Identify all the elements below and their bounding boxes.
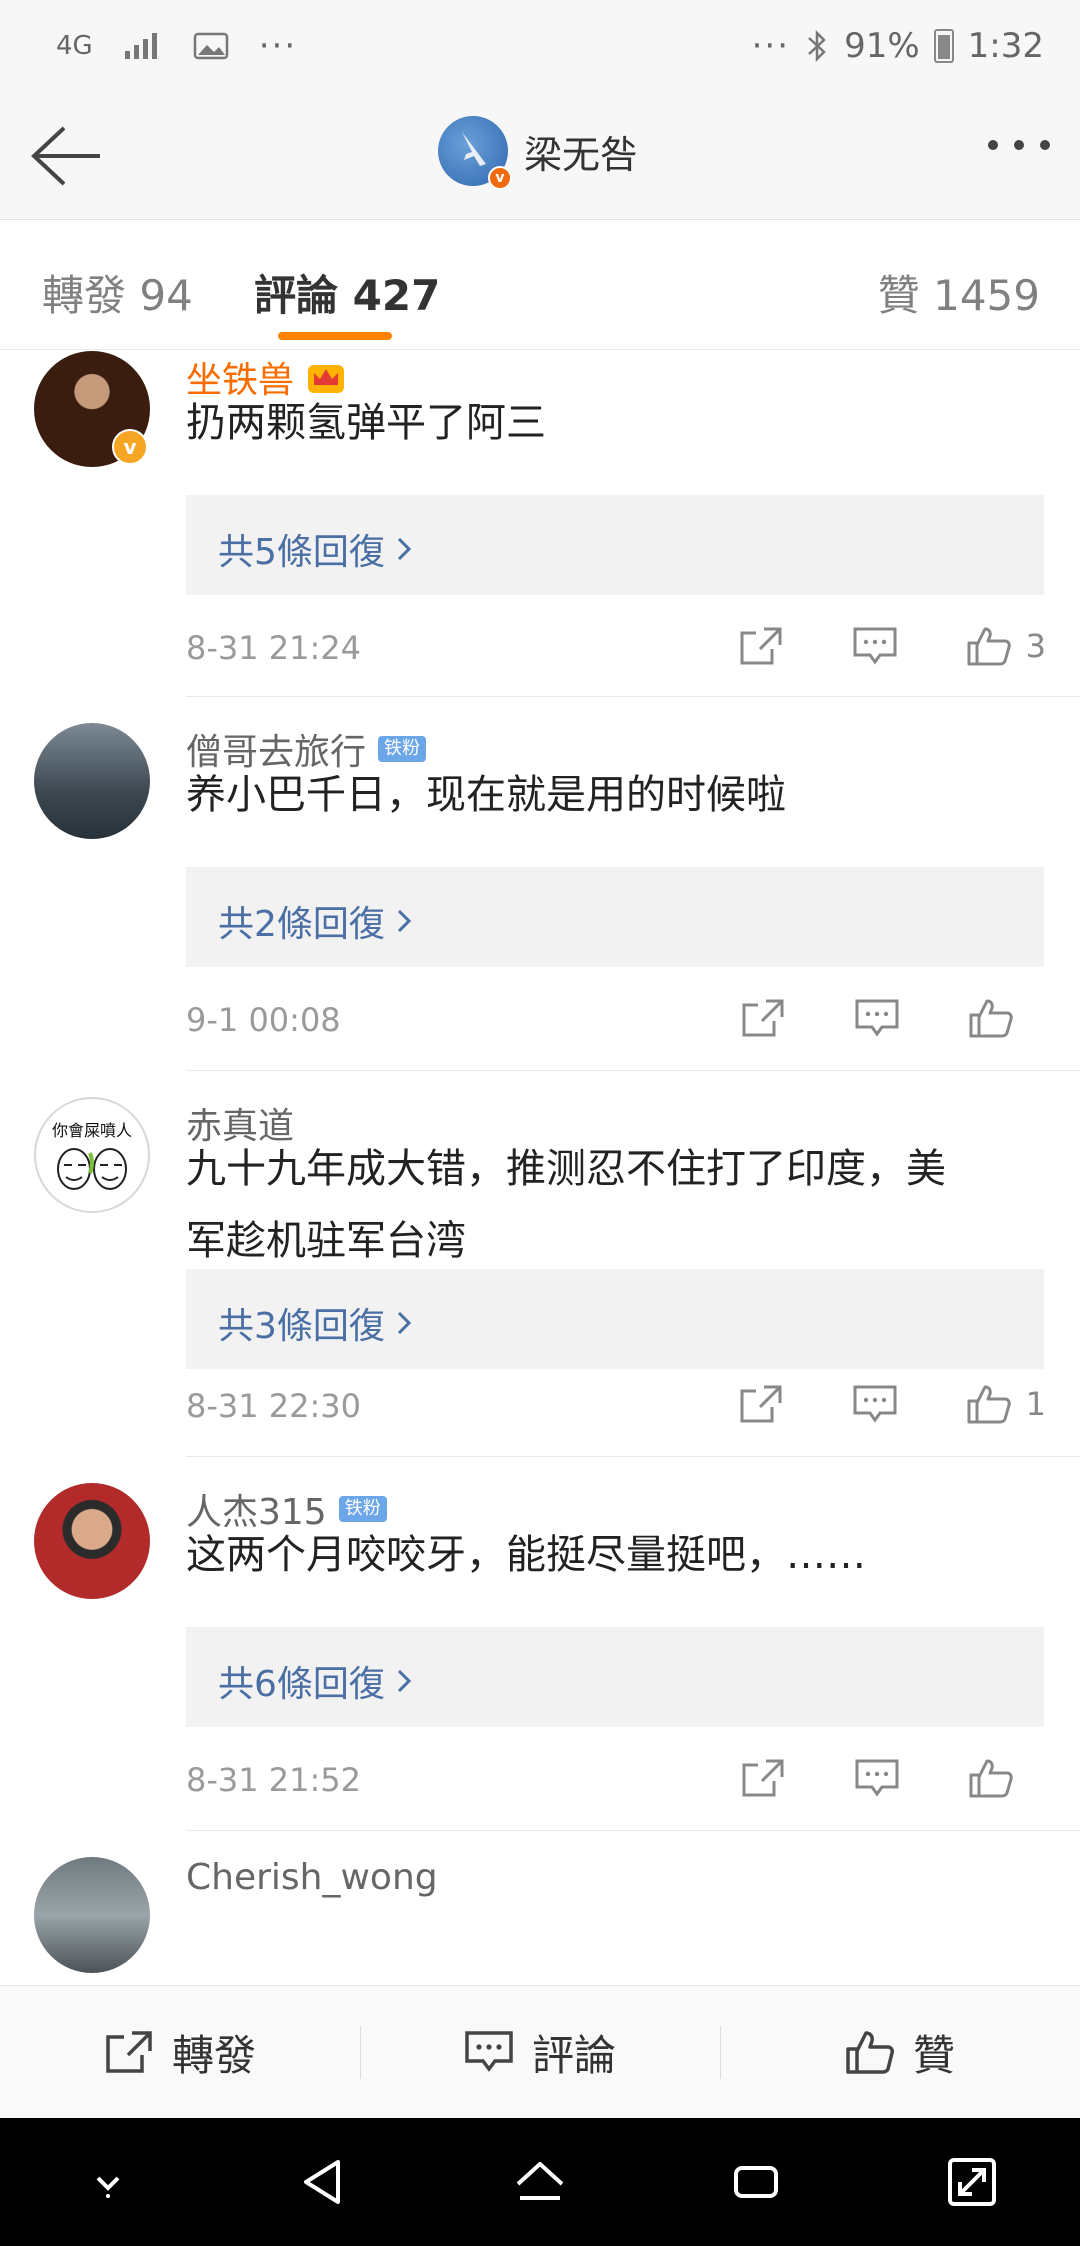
comment-timestamp: 9-1 00:08: [186, 1001, 341, 1039]
share-icon[interactable]: [738, 625, 784, 667]
nav-bar: v 梁无咎: [0, 92, 1080, 220]
clock: 1:32: [967, 26, 1044, 66]
comment-timestamp: 8-31 21:24: [186, 629, 362, 667]
bottom-action-bar: 轉發 評論 贊: [0, 1985, 1080, 2118]
replies-box[interactable]: 共3條回復: [186, 1269, 1044, 1369]
share-icon[interactable]: [740, 997, 786, 1039]
verified-badge: v: [112, 429, 148, 465]
comment-actions: [672, 1757, 1046, 1799]
tab-repost[interactable]: 轉發 94: [42, 262, 193, 323]
tab-bar: 轉發 94 評論 427 贊 1459: [0, 220, 1080, 350]
avatar[interactable]: 你會屎噴人: [34, 1097, 150, 1213]
like-icon: [846, 2031, 894, 2074]
like-icon[interactable]: [968, 1757, 1014, 1799]
replies-box[interactable]: 共5條回復: [186, 495, 1044, 595]
comment-actions: 3: [670, 625, 1046, 667]
avatar[interactable]: [34, 723, 150, 839]
share-icon[interactable]: [738, 1383, 784, 1425]
verified-badge: v: [488, 166, 512, 190]
avatar[interactable]: [34, 1857, 150, 1973]
view-replies-link[interactable]: 共6條回復: [218, 1655, 413, 1707]
view-replies-link[interactable]: 共5條回復: [218, 523, 413, 575]
chevron-right-icon: [397, 1669, 412, 1693]
page-title: 梁无咎: [524, 132, 639, 177]
expand-icon[interactable]: [942, 2152, 1002, 2212]
avatar[interactable]: [34, 1483, 150, 1599]
comment-actions: 1: [670, 1383, 1046, 1425]
back-arrow-icon[interactable]: [28, 120, 104, 192]
reply-icon[interactable]: [854, 997, 900, 1039]
chevron-down-icon[interactable]: [78, 2152, 138, 2212]
back-icon[interactable]: [294, 2152, 354, 2212]
comment-list[interactable]: v 坐铁兽 扔两颗氢弹平了阿三 共5條回復 8-31 21:24 3 僧哥去旅行…: [0, 351, 1080, 1985]
meme-faces-icon: [57, 1148, 127, 1190]
comment-text: 养小巴千日，现在就是用的时候啦: [186, 772, 786, 818]
recents-icon[interactable]: [726, 2152, 786, 2212]
comment-text: 九十九年成大错，推测忍不住打了印度，美 军趁机驻军台湾: [186, 1146, 946, 1264]
bluetooth-icon: [808, 29, 826, 63]
image-icon: [193, 32, 228, 60]
system-navigation-bar: [0, 2118, 1080, 2246]
share-icon: [106, 2031, 152, 2073]
comment-button[interactable]: 評論: [360, 2022, 720, 2083]
signal-icon: [124, 33, 157, 59]
avatar-caption: 你會屎噴人: [51, 1121, 132, 1140]
chevron-right-icon: [397, 909, 412, 933]
comment-text: 扔两颗氢弹平了阿三: [186, 400, 546, 446]
nav-profile[interactable]: v 梁无咎: [438, 116, 639, 190]
view-replies-link[interactable]: 共2條回復: [218, 895, 413, 947]
reply-icon[interactable]: [852, 1383, 898, 1425]
comment-icon: [465, 2031, 513, 2072]
view-replies-link[interactable]: 共3條回復: [218, 1297, 413, 1349]
replies-box[interactable]: 共6條回復: [186, 1627, 1044, 1727]
like-button[interactable]: 贊: [720, 2022, 1080, 2083]
share-icon[interactable]: [740, 1757, 786, 1799]
home-icon[interactable]: [510, 2152, 570, 2212]
more-menu-icon[interactable]: [988, 140, 1050, 150]
comment-actions: [672, 997, 1046, 1039]
like-count: 3: [1025, 627, 1046, 665]
chevron-right-icon: [397, 537, 412, 561]
comment-timestamp: 8-31 21:52: [186, 1761, 362, 1799]
username[interactable]: Cherish_wong: [186, 1857, 438, 1898]
comment-timestamp: 8-31 22:30: [186, 1387, 362, 1425]
like-icon[interactable]: [966, 1383, 1012, 1425]
comment-item: 僧哥去旅行 铁粉 养小巴千日，现在就是用的时候啦 共2條回復 9-1 00:08: [0, 697, 1080, 1071]
comment-item: 人杰315 铁粉 这两个月咬咬牙，能挺尽量挺吧，…… 共6條回復 8-31 21…: [0, 1457, 1080, 1831]
repost-button[interactable]: 轉發: [0, 2022, 360, 2083]
comment-text: 这两个月咬咬牙，能挺尽量挺吧，……: [186, 1532, 866, 1578]
status-more-dots: ···: [751, 26, 791, 66]
active-tab-indicator: [278, 332, 392, 340]
tab-comment[interactable]: 評論 427: [254, 262, 440, 323]
battery-percent: 91%: [844, 26, 920, 66]
battery-icon: [933, 29, 954, 63]
jet-icon: [462, 132, 486, 166]
network-indicator: 4G: [56, 31, 93, 61]
reply-icon[interactable]: [852, 625, 898, 667]
avatar[interactable]: v: [438, 116, 512, 190]
comment-item: v 坐铁兽 扔两颗氢弹平了阿三 共5條回復 8-31 21:24 3: [0, 351, 1080, 697]
like-icon[interactable]: [966, 625, 1012, 667]
reply-icon[interactable]: [854, 1757, 900, 1799]
avatar[interactable]: v: [34, 351, 150, 467]
notification-dots: ···: [258, 26, 298, 66]
tab-like[interactable]: 贊 1459: [878, 262, 1040, 323]
comment-item: 你會屎噴人 赤真道 九十九年成大错，推测忍不住打了印度，美 军趁机驻军台湾 共3…: [0, 1071, 1080, 1457]
comment-item: Cherish_wong: [0, 1831, 1080, 1985]
status-bar: 4G ··· ··· 91% 1:32: [0, 0, 1080, 92]
chevron-right-icon: [397, 1311, 412, 1335]
like-icon[interactable]: [968, 997, 1014, 1039]
replies-box[interactable]: 共2條回復: [186, 867, 1044, 967]
like-count: 1: [1025, 1385, 1046, 1423]
